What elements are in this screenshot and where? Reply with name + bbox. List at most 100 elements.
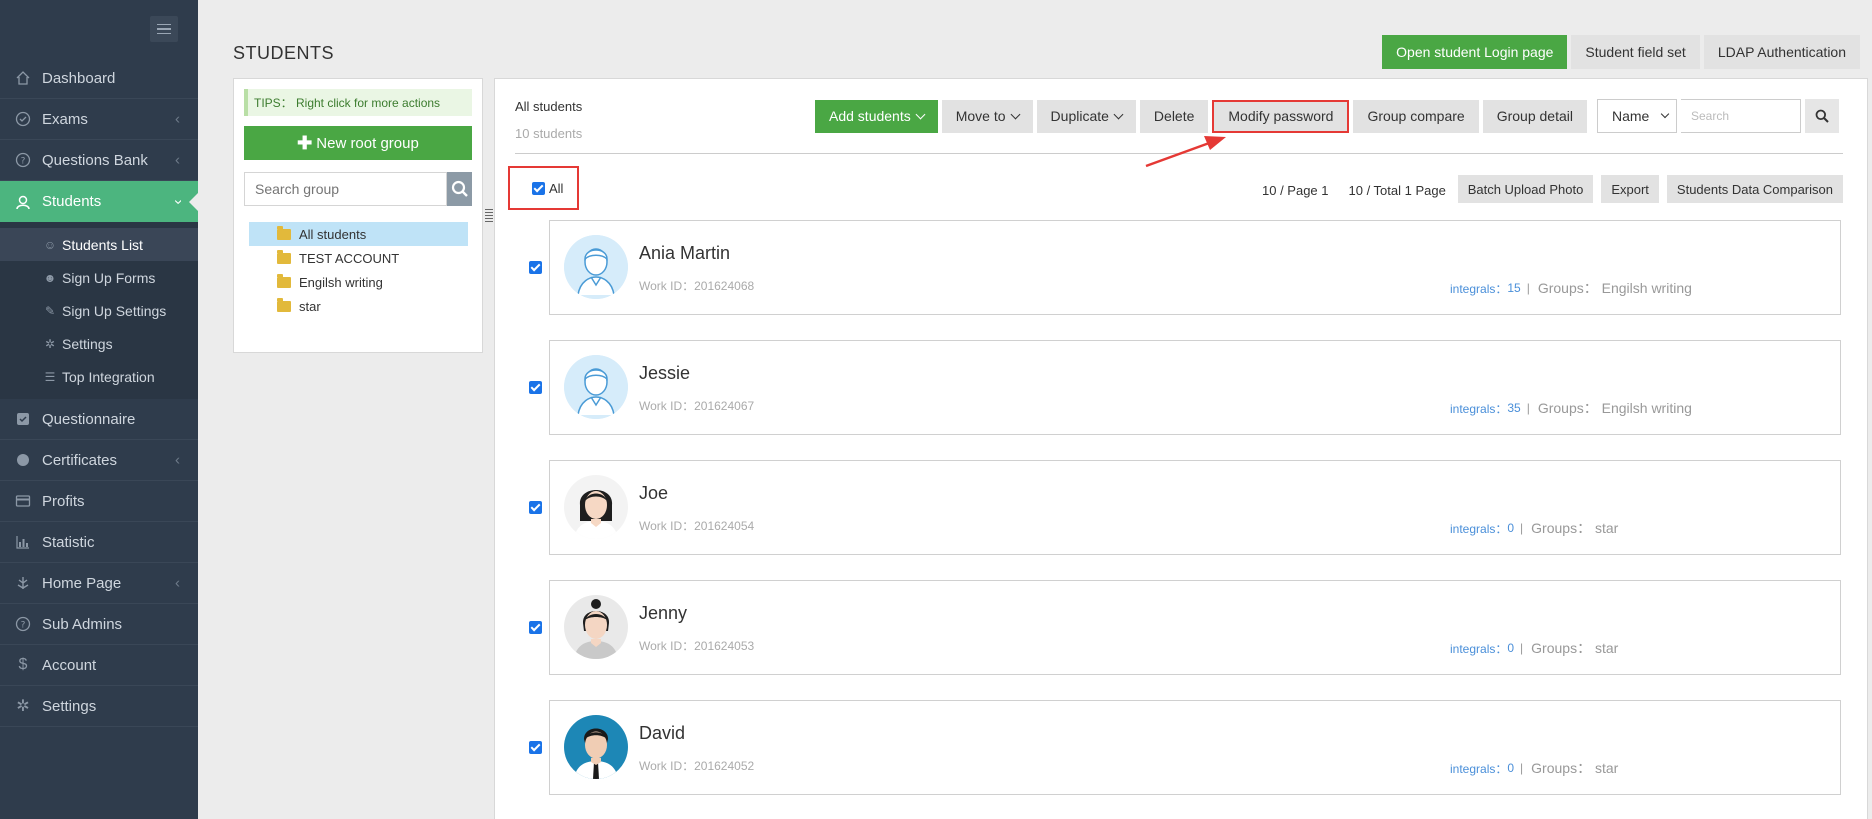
- integrals-value: 0: [1507, 521, 1515, 535]
- duplicate-label: Duplicate: [1050, 108, 1109, 124]
- export-button[interactable]: Export: [1601, 175, 1659, 203]
- sidebar-item-questions-bank[interactable]: ? Questions Bank ‹: [0, 140, 198, 181]
- row-checkbox[interactable]: [529, 501, 542, 514]
- certificate-icon: [14, 451, 32, 469]
- sidebar-item-home-page[interactable]: Home Page ‹: [0, 563, 198, 604]
- subnav-label: Sign Up Forms: [62, 269, 156, 286]
- student-photo: [564, 715, 628, 779]
- sidebar-item-sub-admins[interactable]: ? Sub Admins: [0, 604, 198, 645]
- new-root-group-label: New root group: [316, 134, 419, 152]
- student-card[interactable]: Ania Martin Work ID：201624068 integrals：…: [549, 220, 1841, 315]
- move-to-button[interactable]: Move to: [941, 99, 1033, 133]
- tree-item-test-account[interactable]: TEST ACCOUNT: [249, 246, 468, 270]
- group-compare-button[interactable]: Group compare: [1353, 99, 1479, 133]
- toolbar-divider: [515, 153, 1843, 154]
- sidebar-item-settings[interactable]: ✲ Settings: [0, 686, 198, 727]
- sidebar-item-label: Exams: [42, 110, 88, 128]
- student-name: David: [639, 723, 686, 743]
- sidebar-item-questionnaire[interactable]: Questionnaire: [0, 399, 198, 440]
- select-all-checkbox[interactable]: All: [508, 166, 579, 210]
- svg-text:?: ?: [21, 621, 26, 631]
- integrals-label: integrals：: [1450, 521, 1508, 536]
- students-data-comparison-button[interactable]: Students Data Comparison: [1666, 175, 1843, 203]
- student-search-button[interactable]: [1805, 99, 1839, 133]
- integrals-value: 0: [1507, 641, 1515, 655]
- duplicate-button[interactable]: Duplicate: [1036, 99, 1136, 133]
- student-card[interactable]: Jenny Work ID：201624053 integrals： 0 | Gr…: [549, 580, 1841, 675]
- batch-upload-photo-button[interactable]: Batch Upload Photo: [1457, 175, 1594, 203]
- row-checkbox[interactable]: [529, 741, 542, 754]
- svg-text:?: ?: [21, 157, 26, 167]
- sidebar-item-label: Questionnaire: [42, 410, 136, 428]
- folder-icon: [277, 249, 291, 264]
- home-page-icon: [14, 574, 32, 592]
- integrals-label: integrals：: [1450, 641, 1508, 656]
- row-checkbox[interactable]: [529, 381, 542, 394]
- sidebar-item-dashboard[interactable]: Dashboard: [0, 58, 198, 99]
- chevron-down-icon: [915, 109, 926, 119]
- delete-button[interactable]: Delete: [1139, 99, 1209, 133]
- tree-item-star[interactable]: star: [249, 294, 468, 318]
- student-card[interactable]: Joe Work ID：201624054 integrals： 0 | Grou…: [549, 460, 1841, 555]
- student-card[interactable]: Jessie Work ID：201624067 integrals： 35 | …: [549, 340, 1841, 435]
- tree-item-label: All students: [299, 226, 367, 242]
- integrals-label: integrals：: [1450, 281, 1508, 296]
- search-group-button[interactable]: [447, 172, 472, 206]
- subnav-students-list[interactable]: ☺ Students List: [0, 228, 198, 261]
- student-name: Jenny: [639, 603, 688, 623]
- sidebar-item-label: Certificates: [42, 451, 118, 469]
- modify-password-button[interactable]: Modify password: [1212, 99, 1350, 133]
- student-search-input[interactable]: Search: [1681, 99, 1801, 133]
- sidebar-item-account[interactable]: $ Account: [0, 645, 198, 686]
- search-field-value: Name: [1612, 108, 1650, 124]
- row-checkbox[interactable]: [529, 261, 542, 274]
- sidebar-item-certificates[interactable]: Certificates ‹: [0, 440, 198, 481]
- student-card[interactable]: David Work ID：201624052 integrals： 0 | Gr…: [549, 700, 1841, 795]
- gear-icon: ✲: [44, 336, 56, 351]
- add-students-button[interactable]: Add students: [815, 99, 938, 133]
- sidebar-item-exams[interactable]: Exams ‹: [0, 99, 198, 140]
- pagination-info: 10 / Page 1 10 / Total 1 Page: [1262, 183, 1446, 198]
- ldap-authentication-button[interactable]: LDAP Authentication: [1703, 35, 1860, 69]
- plus-icon: ✚: [297, 132, 313, 153]
- tree-item-english-writing[interactable]: Engilsh writing: [249, 270, 468, 294]
- group-detail-button[interactable]: Group detail: [1482, 99, 1587, 133]
- sidebar-item-students[interactable]: Students ‹: [0, 181, 199, 222]
- subnav-settings[interactable]: ✲ Settings: [0, 327, 198, 360]
- open-login-page-button[interactable]: Open student Login page: [1382, 35, 1568, 69]
- student-field-set-button[interactable]: Student field set: [1571, 35, 1700, 69]
- sidebar-item-label: Sub Admins: [42, 615, 123, 633]
- tree-item-label: star: [299, 298, 321, 314]
- sidebar: Dashboard Exams ‹ ? Questions Bank ‹ Stu…: [0, 0, 199, 819]
- group-tree: All students TEST ACCOUNT Engilsh writin…: [249, 222, 468, 318]
- tree-item-all-students[interactable]: All students: [249, 222, 468, 246]
- student-name: Joe: [639, 483, 669, 503]
- search-field-select[interactable]: Name: [1597, 99, 1677, 133]
- sidebar-item-profits[interactable]: Profits: [0, 481, 198, 522]
- separator: |: [1520, 761, 1524, 775]
- student-groups: Groups： Engilsh writing: [1537, 400, 1692, 416]
- menu-toggle-icon[interactable]: [150, 16, 178, 42]
- student-meta: integrals： 0 | Groups： star: [1450, 758, 1618, 778]
- check-circle-icon: [14, 110, 32, 128]
- tree-item-label: TEST ACCOUNT: [299, 250, 400, 266]
- subnav-top-integration[interactable]: ☰ Top Integration: [0, 360, 198, 393]
- student-groups: Groups： star: [1531, 520, 1619, 536]
- student-row: Joe Work ID：201624054 integrals： 0 | Grou…: [529, 460, 1841, 555]
- panel-splitter-handle[interactable]: [484, 206, 494, 224]
- add-students-label: Add students: [829, 108, 911, 124]
- sidebar-item-label: Students: [42, 193, 102, 210]
- search-group-input[interactable]: [244, 172, 447, 206]
- new-root-group-button[interactable]: ✚ New root group: [244, 126, 472, 160]
- sidebar-item-statistic[interactable]: Statistic: [0, 522, 198, 563]
- subnav-sign-up-settings[interactable]: ✎ Sign Up Settings: [0, 294, 198, 327]
- bar-chart-icon: [14, 533, 32, 551]
- students-main-panel: All students 10 students Add students Mo…: [494, 78, 1868, 819]
- separator: |: [1520, 641, 1524, 655]
- subnav-sign-up-forms[interactable]: ☻ Sign Up Forms: [0, 261, 198, 294]
- students-icon: [14, 193, 32, 211]
- sign-up-forms-icon: ☻: [43, 270, 57, 285]
- row-checkbox[interactable]: [529, 621, 542, 634]
- sidebar-item-label: Questions Bank: [42, 151, 148, 169]
- student-photo: [564, 475, 628, 539]
